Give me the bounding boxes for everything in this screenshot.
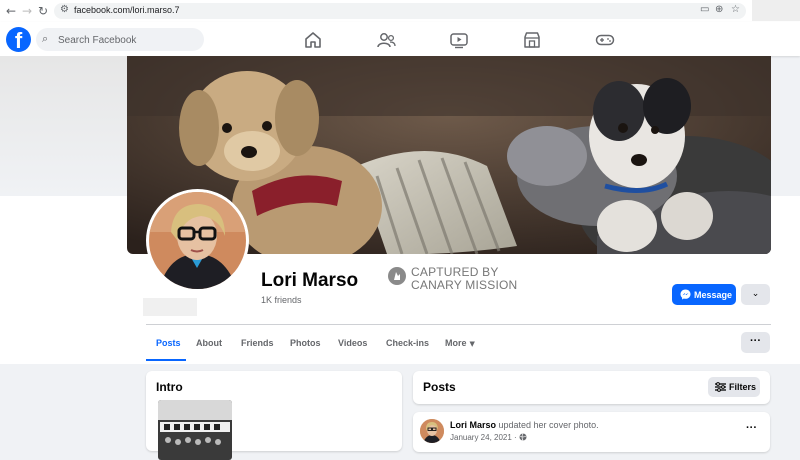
- tab-check-ins[interactable]: Check-ins: [386, 338, 429, 348]
- gaming-icon[interactable]: [595, 31, 615, 49]
- chevron-down-icon: ⌄: [751, 289, 760, 299]
- facebook-logo-icon[interactable]: f: [6, 27, 31, 53]
- filters-button[interactable]: Filters: [708, 377, 760, 397]
- bookmark-star-icon[interactable]: ☆: [731, 4, 740, 15]
- posts-title: Posts: [423, 380, 456, 394]
- post-more-options-button[interactable]: ···: [746, 422, 757, 434]
- tab-friends[interactable]: Friends: [241, 338, 274, 348]
- browser-toolbar: ← → ↻ ⚙ facebook.com/lori.marso.7 ▭ ⊕ ☆: [0, 0, 800, 23]
- friends-count[interactable]: 1K friends: [261, 295, 302, 305]
- tab-videos[interactable]: Videos: [338, 338, 367, 348]
- message-button[interactable]: Message: [672, 284, 736, 305]
- page-background-gradient: [0, 56, 127, 196]
- tab-posts[interactable]: Posts: [156, 338, 181, 348]
- tab-more-label: More: [445, 338, 467, 348]
- profile-avatar[interactable]: [146, 189, 249, 292]
- post-author-line: Lori Marso updated her cover photo.: [450, 420, 599, 430]
- posts-header-card: Posts Filters: [413, 371, 770, 404]
- post-card: Lori Marso updated her cover photo. Janu…: [413, 412, 770, 452]
- caret-down-icon: ▼: [469, 340, 475, 348]
- filters-label: Filters: [729, 382, 757, 392]
- friends-avatars-placeholder: [143, 298, 197, 316]
- url-text[interactable]: facebook.com/lori.marso.7: [74, 5, 180, 15]
- message-button-label: Message: [694, 290, 733, 300]
- filters-icon: [715, 382, 726, 392]
- tabs-divider: [146, 324, 771, 325]
- watch-icon[interactable]: [449, 31, 469, 49]
- friends-icon[interactable]: [376, 31, 396, 49]
- post-action-text: updated her cover photo.: [496, 420, 599, 430]
- reload-icon[interactable]: ↻: [36, 4, 50, 18]
- zoom-icon[interactable]: ⊕: [715, 4, 723, 15]
- search-box[interactable]: ⌕: [36, 28, 204, 51]
- featured-photo-image: [158, 400, 232, 460]
- intro-title: Intro: [156, 380, 183, 394]
- post-author-avatar[interactable]: [420, 419, 444, 443]
- post-meta-separator: ·: [511, 433, 519, 442]
- profile-name: Lori Marso: [261, 270, 359, 291]
- browser-profile-area: [752, 0, 800, 21]
- tab-about[interactable]: About: [196, 338, 222, 348]
- watermark: CAPTURED BY CANARY MISSION: [387, 266, 517, 292]
- site-info-icon[interactable]: ⚙: [60, 4, 69, 15]
- search-icon: ⌕: [42, 32, 49, 45]
- post-author-name[interactable]: Lori Marso: [450, 420, 496, 430]
- cast-icon[interactable]: ▭: [700, 4, 709, 15]
- post-avatar-image: [420, 419, 444, 443]
- active-tab-indicator: [146, 359, 186, 361]
- post-date[interactable]: January 24, 2021: [450, 433, 512, 442]
- home-icon[interactable]: [303, 31, 323, 49]
- back-arrow-icon[interactable]: ←: [4, 4, 18, 18]
- intro-featured-photo[interactable]: [158, 400, 232, 460]
- forward-arrow-icon[interactable]: →: [20, 4, 34, 18]
- canary-logo-icon: [388, 267, 406, 285]
- address-bar[interactable]: ⚙ facebook.com/lori.marso.7 ▭ ⊕ ☆: [54, 3, 746, 19]
- profile-dropdown-button[interactable]: ⌄: [741, 284, 770, 305]
- more-options-button[interactable]: ···: [741, 332, 770, 353]
- facebook-header: f ⌕: [0, 22, 800, 56]
- search-input[interactable]: [56, 31, 200, 49]
- watermark-line-2: CANARY MISSION: [411, 278, 518, 292]
- avatar-image: [149, 192, 246, 289]
- globe-icon: [519, 433, 527, 441]
- tab-photos[interactable]: Photos: [290, 338, 321, 348]
- post-meta: January 24, 2021 ·: [450, 433, 527, 442]
- messenger-icon: [680, 289, 691, 300]
- tab-more[interactable]: More ▼: [445, 338, 475, 348]
- marketplace-icon[interactable]: [522, 31, 542, 49]
- intro-card: Intro: [146, 371, 402, 460]
